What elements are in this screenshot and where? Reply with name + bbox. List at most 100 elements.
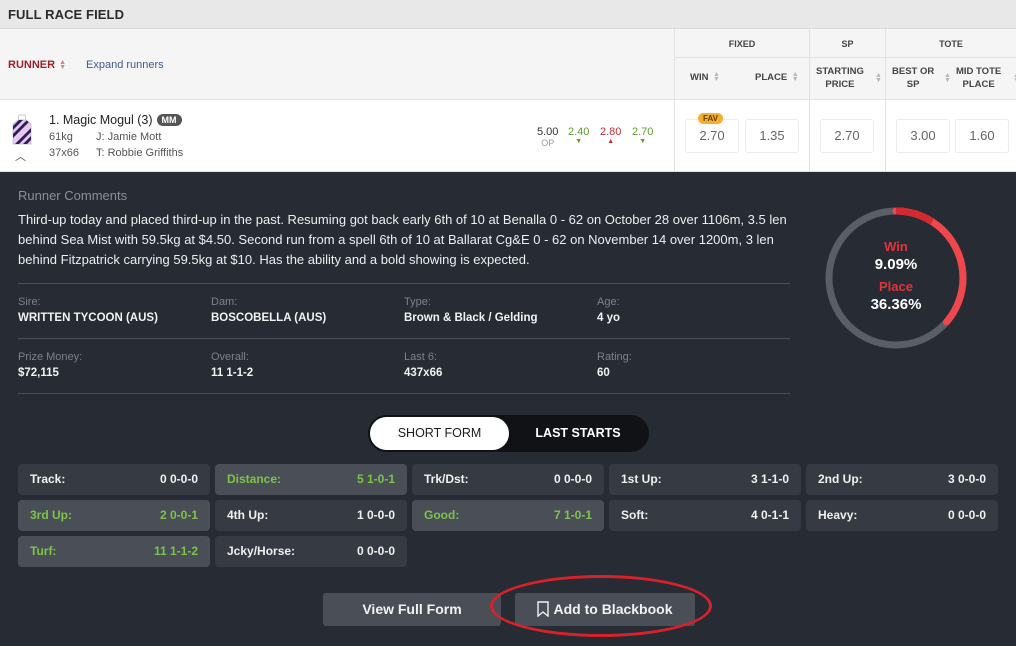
starting-price-label-2: PRICE xyxy=(825,79,855,90)
stat-cell: Trk/Dst: 0 0-0-0 xyxy=(412,464,604,495)
stat-cell: Distance: 5 1-0-1 xyxy=(215,464,407,495)
fixed-win-odds-button[interactable]: 2.70 xyxy=(685,119,739,153)
stat-value: 1 0-0-0 xyxy=(356,508,395,522)
fluc-item: 2.80 ▲ xyxy=(600,126,621,146)
favourite-badge: FAV xyxy=(698,113,723,124)
starting-price-odds-button[interactable]: 2.70 xyxy=(820,119,874,153)
stat-value: 0 0-0-0 xyxy=(356,544,395,558)
stat-cell: Soft: 4 0-1-1 xyxy=(609,500,801,531)
runner-row[interactable]: ︿ 1. Magic Mogul (3) MM 61kg J: Jamie Mot… xyxy=(0,100,1016,172)
header-divider xyxy=(675,57,1016,58)
stat-label: 3rd Up: xyxy=(30,508,72,522)
form-view-toggle: SHORT FORM LAST STARTS xyxy=(368,415,649,452)
annotation-highlight-circle xyxy=(490,575,712,637)
stat-value: 3 1-1-0 xyxy=(750,472,789,486)
fluc-value: 2.40 xyxy=(568,126,590,138)
stat-label: Heavy: xyxy=(818,508,858,522)
stat-label: Distance: xyxy=(227,472,282,486)
column-divider xyxy=(885,100,886,172)
place-sort-header[interactable]: PLACE ▲ ▼ xyxy=(755,71,799,84)
stat-cell: Turf: 11 1-1-2 xyxy=(18,536,210,567)
stat-cell: 1st Up: 3 1-1-0 xyxy=(609,464,801,495)
expand-runners-link[interactable]: Expand runners xyxy=(86,59,164,71)
stat-cell: Jcky/Horse: 0 0-0-0 xyxy=(215,536,407,567)
stat-label: Trk/Dst: xyxy=(424,472,469,486)
last6-label: Last 6: xyxy=(404,351,438,363)
sort-icon[interactable]: ▲▼ xyxy=(944,72,952,84)
stat-label: Good: xyxy=(424,508,460,522)
stat-value: 0 0-0-0 xyxy=(159,472,198,486)
stat-cell: Good: 7 1-0-1 xyxy=(412,500,604,531)
fluc-value: 5.00 xyxy=(537,126,559,138)
stat-value: 4 0-1-1 xyxy=(750,508,789,522)
place-header-label: PLACE xyxy=(755,72,788,83)
column-divider xyxy=(809,100,810,172)
stat-value: 11 1-1-2 xyxy=(153,544,198,558)
mid-tote-label-1: MID TOTE xyxy=(956,66,1002,77)
stat-value: 0 0-0-0 xyxy=(553,472,592,486)
sire-label: Sire: xyxy=(18,296,41,308)
runner-name-group: 1. Magic Mogul (3) MM xyxy=(49,113,182,127)
sort-icon: ▲ ▼ xyxy=(59,59,66,72)
fluc-value: 2.70 xyxy=(632,126,654,138)
place-prob-value: 36.36% xyxy=(870,296,922,313)
win-header-label: WIN xyxy=(690,72,709,83)
runner-details-panel: Runner Comments Third-up today and place… xyxy=(0,173,1016,646)
tab-last-starts[interactable]: LAST STARTS xyxy=(509,417,647,450)
stat-value: 2 0-0-1 xyxy=(159,508,198,522)
overall-label: Overall: xyxy=(211,351,249,363)
overall-value: 11 1-1-2 xyxy=(211,367,254,379)
win-sort-header[interactable]: WIN ▲ ▼ xyxy=(690,71,720,84)
probability-ring xyxy=(825,207,967,349)
divider xyxy=(18,393,790,394)
arrow-up-icon: ▲ xyxy=(607,138,615,145)
group-sp: SP xyxy=(841,39,854,49)
section-title: FULL RACE FIELD xyxy=(8,7,125,22)
stat-value: 7 1-0-1 xyxy=(553,508,592,522)
runner-comments-title: Runner Comments xyxy=(18,188,128,203)
arrow-down-icon: ▼ xyxy=(575,138,583,145)
jockey-silk-icon xyxy=(12,114,32,145)
tab-short-form[interactable]: SHORT FORM xyxy=(370,417,509,450)
best-or-sp-label-2: SP xyxy=(906,79,920,90)
stat-label: 4th Up: xyxy=(227,508,269,522)
win-prob-label: Win xyxy=(884,239,908,254)
best-or-sp-sort-header[interactable]: BEST OR SP xyxy=(892,65,934,91)
mid-tote-place-sort-header[interactable]: MID TOTE PLACE xyxy=(956,65,1001,91)
place-prob-label: Place xyxy=(879,279,913,294)
fluc-open: 5.00 OP xyxy=(537,126,558,148)
runner-sort-header[interactable]: RUNNER ▲ ▼ xyxy=(8,59,67,71)
collapse-chevron-icon[interactable]: ︿ xyxy=(15,148,26,164)
age-value: 4 yo xyxy=(597,312,621,324)
sort-icon: ▲ ▼ xyxy=(791,71,799,84)
mid-tote-place-odds-button[interactable]: 1.60 xyxy=(955,119,1009,153)
stat-value: 0 0-0-0 xyxy=(947,508,986,522)
stat-cell: Track: 0 0-0-0 xyxy=(18,464,210,495)
dam-label: Dam: xyxy=(211,296,238,308)
stat-label: 2nd Up: xyxy=(818,472,863,486)
stat-cell: 4th Up: 1 0-0-0 xyxy=(215,500,407,531)
divider xyxy=(18,338,790,339)
stat-cell: Heavy: 0 0-0-0 xyxy=(806,500,998,531)
prize-money-value: $72,115 xyxy=(18,367,59,379)
stat-value: 5 1-0-1 xyxy=(356,472,395,486)
stat-label: Track: xyxy=(30,472,66,486)
section-header: FULL RACE FIELD xyxy=(0,0,1016,29)
mid-tote-label-2: PLACE xyxy=(962,79,995,90)
runner-comments-text: Third-up today and placed third-up in th… xyxy=(18,212,787,267)
type-value: Brown & Black / Gelding xyxy=(404,312,538,324)
starting-price-sort-header[interactable]: STARTING PRICE xyxy=(816,65,864,91)
stat-value: 3 0-0-0 xyxy=(947,472,986,486)
arrow-down-icon: ▼ xyxy=(639,138,647,145)
divider xyxy=(18,283,790,284)
runner-weight: 61kg xyxy=(49,131,73,143)
sort-icon[interactable]: ▲▼ xyxy=(875,72,883,84)
stat-label: 1st Up: xyxy=(621,472,662,486)
age-label: Age: xyxy=(597,296,620,308)
view-full-form-button[interactable]: View Full Form xyxy=(323,593,501,626)
dam-value: BOSCOBELLA (AUS) xyxy=(211,312,327,324)
best-or-sp-odds-button[interactable]: 3.00 xyxy=(896,119,950,153)
fixed-place-odds-button[interactable]: 1.35 xyxy=(745,119,799,153)
sire-value: WRITTEN TYCOON (AUS) xyxy=(18,312,158,324)
last6-value: 437x66 xyxy=(404,367,443,379)
